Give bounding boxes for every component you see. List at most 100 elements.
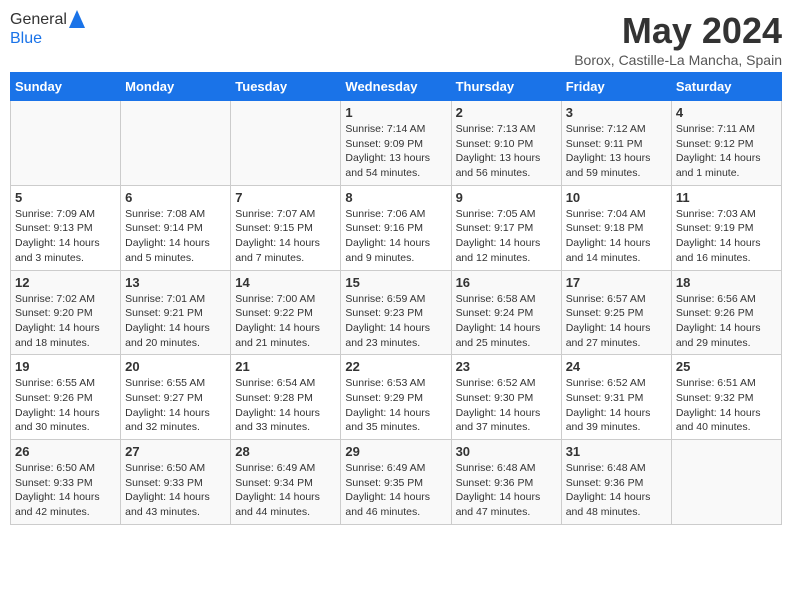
day-cell-0-6: 4Sunrise: 7:11 AM Sunset: 9:12 PM Daylig…	[671, 101, 781, 186]
day-info: Sunrise: 7:08 AM Sunset: 9:14 PM Dayligh…	[125, 207, 226, 266]
day-cell-3-2: 21 Sunrise: 6:54 AM Sunset: 9:28 PM Dayli…	[231, 355, 341, 440]
day-cell-1-0: 5Sunrise: 7:09 AM Sunset: 9:13 PM Daylig…	[11, 185, 121, 270]
day-info: Sunrise: 6:50 AM Sunset: 9:33 PM Dayligh…	[15, 461, 116, 520]
day-number: 15	[345, 275, 446, 290]
day-cell-4-1: 27 Sunrise: 6:50 AM Sunset: 9:33 PM Dayli…	[121, 440, 231, 525]
day-number: 16	[456, 275, 557, 290]
page-header: General Blue May 2024 Borox, Castille-La…	[10, 10, 782, 68]
logo-general-text: General	[10, 11, 67, 29]
day-cell-3-3: 22 Sunrise: 6:53 AM Sunset: 9:29 PM Dayli…	[341, 355, 451, 440]
day-cell-2-5: 17Sunrise: 6:57 AM Sunset: 9:25 PM Dayli…	[561, 270, 671, 355]
week-row-4: 19 Sunrise: 6:55 AM Sunset: 9:26 PM Dayli…	[11, 355, 782, 440]
day-number: 8	[345, 190, 446, 205]
day-cell-1-1: 6 Sunrise: 7:08 AM Sunset: 9:14 PM Daylig…	[121, 185, 231, 270]
day-info: Sunrise: 7:02 AM Sunset: 9:20 PM Dayligh…	[15, 292, 116, 351]
week-row-5: 26Sunrise: 6:50 AM Sunset: 9:33 PM Dayli…	[11, 440, 782, 525]
day-cell-1-6: 11 Sunrise: 7:03 AM Sunset: 9:19 PM Dayli…	[671, 185, 781, 270]
day-number: 22	[345, 359, 446, 374]
day-info: Sunrise: 7:14 AM Sunset: 9:09 PM Dayligh…	[345, 122, 446, 181]
day-cell-1-5: 10Sunrise: 7:04 AM Sunset: 9:18 PM Dayli…	[561, 185, 671, 270]
day-number: 20	[125, 359, 226, 374]
day-cell-3-1: 20 Sunrise: 6:55 AM Sunset: 9:27 PM Dayli…	[121, 355, 231, 440]
day-info: Sunrise: 6:48 AM Sunset: 9:36 PM Dayligh…	[456, 461, 557, 520]
day-info: Sunrise: 7:12 AM Sunset: 9:11 PM Dayligh…	[566, 122, 667, 181]
day-info: Sunrise: 7:04 AM Sunset: 9:18 PM Dayligh…	[566, 207, 667, 266]
day-cell-2-4: 16 Sunrise: 6:58 AM Sunset: 9:24 PM Dayli…	[451, 270, 561, 355]
logo-triangle-icon	[69, 10, 85, 30]
day-info: Sunrise: 7:11 AM Sunset: 9:12 PM Dayligh…	[676, 122, 777, 181]
title-block: May 2024 Borox, Castille-La Mancha, Spai…	[574, 10, 782, 68]
day-number: 1	[345, 105, 446, 120]
day-cell-4-6	[671, 440, 781, 525]
day-info: Sunrise: 7:09 AM Sunset: 9:13 PM Dayligh…	[15, 207, 116, 266]
day-number: 6	[125, 190, 226, 205]
calendar-table: SundayMondayTuesdayWednesdayThursdayFrid…	[10, 72, 782, 525]
day-cell-4-5: 31Sunrise: 6:48 AM Sunset: 9:36 PM Dayli…	[561, 440, 671, 525]
week-row-2: 5Sunrise: 7:09 AM Sunset: 9:13 PM Daylig…	[11, 185, 782, 270]
day-info: Sunrise: 6:58 AM Sunset: 9:24 PM Dayligh…	[456, 292, 557, 351]
day-cell-1-4: 9Sunrise: 7:05 AM Sunset: 9:17 PM Daylig…	[451, 185, 561, 270]
day-info: Sunrise: 7:13 AM Sunset: 9:10 PM Dayligh…	[456, 122, 557, 181]
day-info: Sunrise: 7:00 AM Sunset: 9:22 PM Dayligh…	[235, 292, 336, 351]
day-number: 23	[456, 359, 557, 374]
day-number: 14	[235, 275, 336, 290]
location: Borox, Castille-La Mancha, Spain	[574, 52, 782, 68]
day-cell-3-5: 24 Sunrise: 6:52 AM Sunset: 9:31 PM Dayli…	[561, 355, 671, 440]
day-info: Sunrise: 6:56 AM Sunset: 9:26 PM Dayligh…	[676, 292, 777, 351]
day-info: Sunrise: 6:49 AM Sunset: 9:35 PM Dayligh…	[345, 461, 446, 520]
day-cell-2-1: 13Sunrise: 7:01 AM Sunset: 9:21 PM Dayli…	[121, 270, 231, 355]
day-info: Sunrise: 6:55 AM Sunset: 9:27 PM Dayligh…	[125, 376, 226, 435]
day-cell-2-6: 18Sunrise: 6:56 AM Sunset: 9:26 PM Dayli…	[671, 270, 781, 355]
header-saturday: Saturday	[671, 73, 781, 101]
day-number: 31	[566, 444, 667, 459]
day-cell-1-3: 8 Sunrise: 7:06 AM Sunset: 9:16 PM Daylig…	[341, 185, 451, 270]
day-number: 28	[235, 444, 336, 459]
header-wednesday: Wednesday	[341, 73, 451, 101]
day-number: 27	[125, 444, 226, 459]
day-info: Sunrise: 7:03 AM Sunset: 9:19 PM Dayligh…	[676, 207, 777, 266]
day-cell-4-3: 29 Sunrise: 6:49 AM Sunset: 9:35 PM Dayli…	[341, 440, 451, 525]
day-cell-0-0	[11, 101, 121, 186]
header-thursday: Thursday	[451, 73, 561, 101]
day-info: Sunrise: 6:54 AM Sunset: 9:28 PM Dayligh…	[235, 376, 336, 435]
header-sunday: Sunday	[11, 73, 121, 101]
day-cell-0-5: 3 Sunrise: 7:12 AM Sunset: 9:11 PM Daylig…	[561, 101, 671, 186]
day-info: Sunrise: 7:06 AM Sunset: 9:16 PM Dayligh…	[345, 207, 446, 266]
day-number: 11	[676, 190, 777, 205]
day-cell-0-1	[121, 101, 231, 186]
day-info: Sunrise: 6:59 AM Sunset: 9:23 PM Dayligh…	[345, 292, 446, 351]
day-cell-1-2: 7Sunrise: 7:07 AM Sunset: 9:15 PM Daylig…	[231, 185, 341, 270]
day-number: 3	[566, 105, 667, 120]
day-number: 19	[15, 359, 116, 374]
week-row-1: 1 Sunrise: 7:14 AM Sunset: 9:09 PM Daylig…	[11, 101, 782, 186]
header-friday: Friday	[561, 73, 671, 101]
day-number: 29	[345, 444, 446, 459]
day-cell-4-4: 30 Sunrise: 6:48 AM Sunset: 9:36 PM Dayli…	[451, 440, 561, 525]
day-info: Sunrise: 6:49 AM Sunset: 9:34 PM Dayligh…	[235, 461, 336, 520]
day-info: Sunrise: 6:51 AM Sunset: 9:32 PM Dayligh…	[676, 376, 777, 435]
day-info: Sunrise: 6:53 AM Sunset: 9:29 PM Dayligh…	[345, 376, 446, 435]
header-tuesday: Tuesday	[231, 73, 341, 101]
day-cell-0-4: 2Sunrise: 7:13 AM Sunset: 9:10 PM Daylig…	[451, 101, 561, 186]
day-number: 21	[235, 359, 336, 374]
day-info: Sunrise: 7:01 AM Sunset: 9:21 PM Dayligh…	[125, 292, 226, 351]
day-info: Sunrise: 6:50 AM Sunset: 9:33 PM Dayligh…	[125, 461, 226, 520]
day-info: Sunrise: 7:05 AM Sunset: 9:17 PM Dayligh…	[456, 207, 557, 266]
week-row-3: 12Sunrise: 7:02 AM Sunset: 9:20 PM Dayli…	[11, 270, 782, 355]
day-info: Sunrise: 6:57 AM Sunset: 9:25 PM Dayligh…	[566, 292, 667, 351]
day-cell-2-0: 12Sunrise: 7:02 AM Sunset: 9:20 PM Dayli…	[11, 270, 121, 355]
header-monday: Monday	[121, 73, 231, 101]
day-cell-2-3: 15 Sunrise: 6:59 AM Sunset: 9:23 PM Dayli…	[341, 270, 451, 355]
day-number: 30	[456, 444, 557, 459]
logo-blue-text: Blue	[10, 30, 85, 48]
logo: General Blue	[10, 10, 85, 48]
month-title: May 2024	[574, 10, 782, 52]
day-number: 24	[566, 359, 667, 374]
day-cell-3-6: 25 Sunrise: 6:51 AM Sunset: 9:32 PM Dayli…	[671, 355, 781, 440]
day-cell-2-2: 14 Sunrise: 7:00 AM Sunset: 9:22 PM Dayli…	[231, 270, 341, 355]
day-info: Sunrise: 6:55 AM Sunset: 9:26 PM Dayligh…	[15, 376, 116, 435]
weekday-header-row: SundayMondayTuesdayWednesdayThursdayFrid…	[11, 73, 782, 101]
day-number: 25	[676, 359, 777, 374]
day-cell-3-4: 23Sunrise: 6:52 AM Sunset: 9:30 PM Dayli…	[451, 355, 561, 440]
day-info: Sunrise: 6:52 AM Sunset: 9:31 PM Dayligh…	[566, 376, 667, 435]
